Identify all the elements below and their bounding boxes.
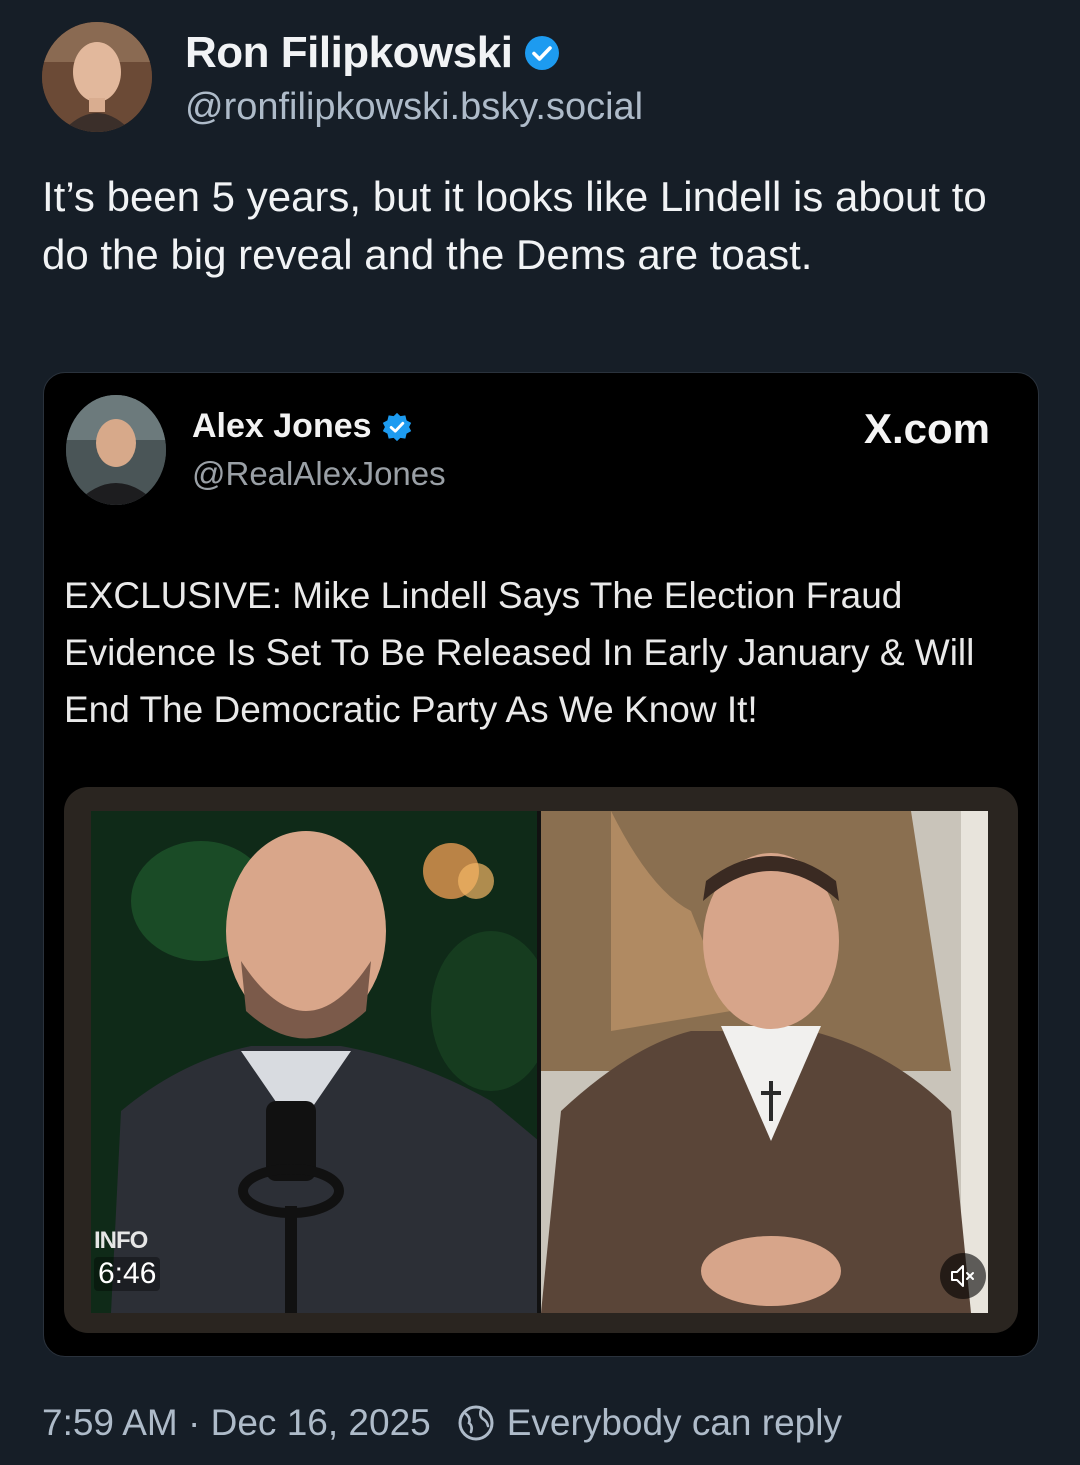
- embed-avatar: [66, 395, 166, 505]
- author-handle[interactable]: @ronfilipkowski.bsky.social: [185, 86, 643, 129]
- author-name-text[interactable]: Ron Filipkowski: [185, 28, 513, 78]
- verified-check-icon: [525, 36, 560, 70]
- info-logo: INFO: [94, 1227, 148, 1254]
- video-thumbnail[interactable]: INFO 6:46: [64, 787, 1018, 1333]
- embed-author-name: Alex Jones: [192, 407, 412, 446]
- post-text: It’s been 5 years, but it looks like Lin…: [42, 173, 987, 278]
- mute-button[interactable]: [940, 1253, 986, 1299]
- reply-setting[interactable]: Everybody can reply: [507, 1402, 842, 1444]
- author-name[interactable]: Ron Filipkowski: [185, 28, 560, 78]
- video-image: [91, 811, 988, 1313]
- embed-author-handle: @RealAlexJones: [192, 455, 446, 492]
- post-timestamp[interactable]: 7:59 AM · Dec 16, 2025: [42, 1402, 431, 1444]
- video-duration: 6:46: [94, 1257, 161, 1291]
- embed-author-name-text: Alex Jones: [192, 407, 372, 445]
- verified-check-icon: [382, 412, 411, 441]
- embed-source: X.com: [863, 405, 990, 452]
- embedded-post[interactable]: Alex Jones @RealAlexJones X.com EXCLUSIV…: [43, 372, 1039, 1357]
- embed-text: EXCLUSIVE: Mike Lindell Says The Electio…: [64, 575, 975, 730]
- globe-icon: [458, 1405, 494, 1441]
- muted-speaker-icon: [951, 1265, 974, 1287]
- author-avatar[interactable]: [42, 22, 152, 132]
- post-footer: 7:59 AM · Dec 16, 2025 Everybody can rep…: [42, 1402, 842, 1444]
